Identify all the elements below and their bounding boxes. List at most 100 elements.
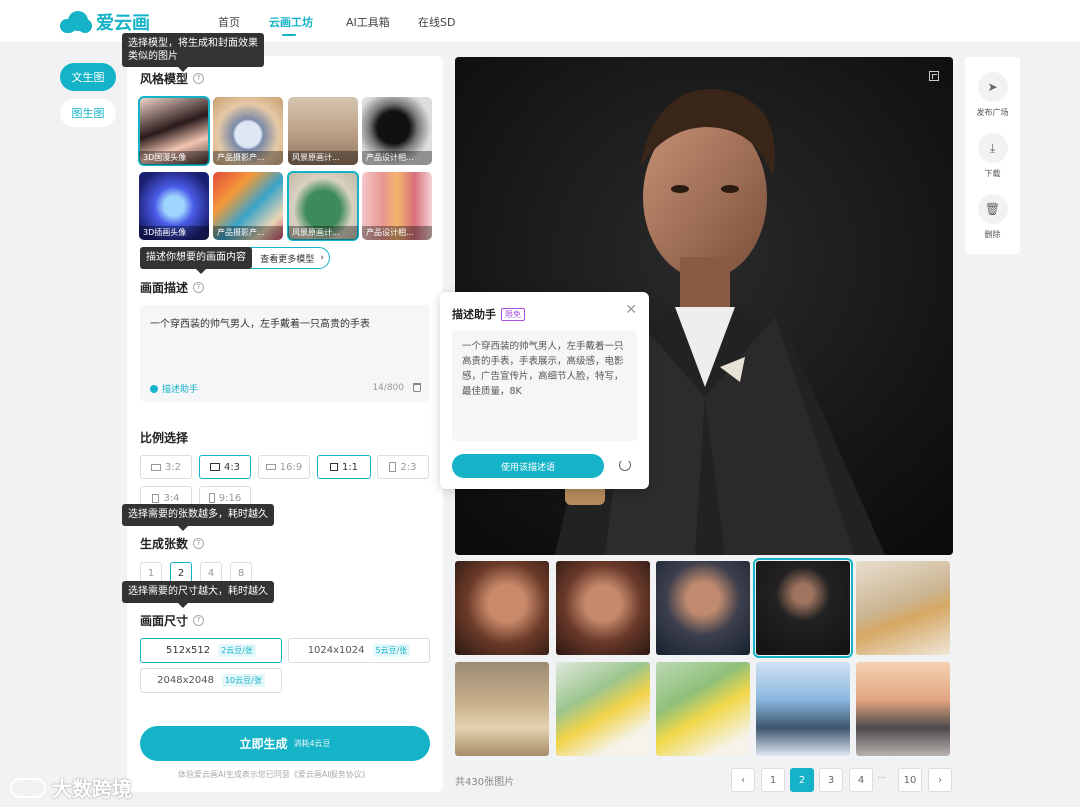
model-thumb-label: 产品摄影产... bbox=[213, 151, 283, 165]
refresh-icon[interactable] bbox=[619, 459, 631, 471]
gallery-thumb[interactable] bbox=[455, 662, 549, 756]
total-count: 共430张图片 bbox=[455, 777, 515, 788]
square-icon bbox=[329, 463, 338, 471]
landscape-icon bbox=[150, 463, 161, 471]
ratio-option[interactable]: 2:3 bbox=[377, 455, 429, 479]
model-thumb[interactable]: 3D插画头像 bbox=[139, 172, 209, 240]
logo[interactable]: 爱云画 bbox=[60, 9, 150, 35]
model-thumb[interactable]: 产品设计相... bbox=[362, 172, 432, 240]
ratio-option[interactable]: 3:2 bbox=[140, 455, 192, 479]
generate-button[interactable]: 立即生成 消耗4云豆 bbox=[140, 726, 430, 761]
pagination-ellipsis: ··· bbox=[877, 773, 887, 784]
gallery-thumb[interactable] bbox=[856, 662, 950, 756]
char-count: 14/800 bbox=[372, 383, 404, 393]
ratio-option[interactable]: 4:3 bbox=[199, 455, 251, 479]
page-button[interactable]: 1 bbox=[761, 768, 785, 792]
size-option[interactable]: 512x512 2云豆/张 bbox=[140, 638, 282, 663]
model-thumb[interactable]: 产品设计相... bbox=[362, 97, 432, 165]
gallery-thumb[interactable] bbox=[656, 561, 750, 655]
help-icon[interactable]: ? bbox=[193, 282, 205, 293]
size-title: 画面尺寸? bbox=[140, 612, 205, 629]
model-thumb[interactable]: 产品摄影产... bbox=[213, 172, 283, 240]
model-thumb[interactable]: 风景原画计... bbox=[288, 97, 358, 165]
watermark: 大数跨境 bbox=[10, 773, 132, 802]
gallery-thumb[interactable] bbox=[455, 561, 549, 655]
portrait-icon bbox=[389, 462, 397, 472]
gallery-thumb[interactable] bbox=[856, 561, 950, 655]
model-thumb-label: 产品摄影产... bbox=[213, 226, 283, 240]
model-thumb-label: 3D插画头像 bbox=[139, 226, 209, 240]
download-button[interactable]: ⤓ 下载 bbox=[965, 133, 1020, 179]
model-thumb[interactable]: 产品摄影产... bbox=[213, 97, 283, 165]
description-assistant-popup: 描述助手 限免 ✕ 一个穿西装的帅气男人，左手戴着一只高贵的手表，手表展示，高级… bbox=[440, 292, 649, 489]
help-icon[interactable]: ? bbox=[193, 615, 205, 626]
style-model-title: 风格模型? bbox=[140, 70, 205, 87]
page-button[interactable]: 3 bbox=[819, 768, 843, 792]
send-icon: ➤ bbox=[977, 72, 1008, 102]
nav-workshop[interactable]: 云画工坊 bbox=[269, 14, 313, 30]
model-thumb[interactable]: 3D国漫头像 bbox=[138, 96, 210, 166]
nav-active-indicator bbox=[282, 34, 296, 36]
portrait-icon bbox=[208, 493, 215, 503]
size-option[interactable]: 2048x2048 10云豆/张 bbox=[140, 668, 282, 693]
assistant-title: 描述助手 限免 bbox=[452, 306, 525, 322]
gallery-thumb[interactable] bbox=[656, 662, 750, 756]
size-tooltip: 选择需要的尺寸越大，耗时越久 bbox=[122, 581, 274, 608]
ratio-option[interactable]: 1:1 bbox=[317, 455, 371, 479]
description-title: 画面描述? bbox=[140, 279, 205, 296]
more-models-button[interactable]: 查看更多模型 › bbox=[240, 247, 330, 269]
page-button-current[interactable]: 2 bbox=[790, 768, 814, 792]
agreement-text[interactable]: 体验爱云画AI生成表示您已同意《爱云画AI服务协议》 bbox=[178, 769, 370, 780]
image-actions-panel: ➤ 发布广场 ⤓ 下载 🗑 删除 bbox=[965, 57, 1020, 254]
next-page-button[interactable]: › bbox=[928, 768, 952, 792]
publish-button[interactable]: ➤ 发布广场 bbox=[965, 72, 1020, 118]
cloud-logo-icon bbox=[60, 11, 94, 33]
quantity-tooltip: 选择需要的张数越多，耗时越久 bbox=[122, 504, 274, 531]
description-helper-button[interactable]: 描述助手 bbox=[150, 382, 198, 395]
model-thumb-label: 产品设计相... bbox=[362, 226, 432, 240]
download-icon: ⤓ bbox=[977, 133, 1008, 163]
prev-page-button[interactable]: ‹ bbox=[731, 768, 755, 792]
page-button[interactable]: 4 bbox=[849, 768, 873, 792]
use-description-button[interactable]: 使用该描述语 bbox=[452, 454, 604, 478]
trash-icon: 🗑 bbox=[977, 194, 1008, 224]
nav-online-sd[interactable]: 在线SD bbox=[418, 14, 455, 30]
gallery-thumb-selected[interactable] bbox=[753, 558, 853, 658]
description-tooltip: 描述你想要的画面内容 bbox=[140, 247, 252, 274]
model-thumb[interactable]: 风景原画计... bbox=[287, 171, 359, 241]
model-thumb-label: 风景原画计... bbox=[288, 226, 358, 240]
size-option[interactable]: 1024x1024 5云豆/张 bbox=[288, 638, 430, 663]
model-thumb-label: 3D国漫头像 bbox=[139, 151, 209, 165]
style-model-tooltip: 选择模型，将生成和封面效果 类似的图片 bbox=[122, 33, 264, 72]
gallery-thumb[interactable] bbox=[756, 662, 850, 756]
expand-icon[interactable] bbox=[929, 71, 939, 81]
logo-text: 爱云画 bbox=[96, 13, 150, 34]
description-input[interactable]: 一个穿西装的帅气男人，左手戴着一只高贵的手表 描述助手 14/800 bbox=[140, 305, 430, 402]
bulb-icon bbox=[150, 384, 158, 393]
gallery-thumb[interactable] bbox=[556, 662, 650, 756]
chevron-right-icon: › bbox=[320, 253, 324, 263]
help-icon[interactable]: ? bbox=[193, 73, 205, 84]
nav-ai-toolbox[interactable]: AI工具箱 bbox=[346, 14, 390, 30]
model-thumb-label: 产品设计相... bbox=[362, 151, 432, 165]
ratio-option[interactable]: 16:9 bbox=[258, 455, 310, 479]
page-button[interactable]: 10 bbox=[898, 768, 922, 792]
gallery-thumb[interactable] bbox=[556, 561, 650, 655]
chevron-left-icon: ‹ bbox=[741, 774, 745, 786]
description-text[interactable]: 一个穿西装的帅气男人，左手戴着一只高贵的手表 bbox=[150, 315, 370, 330]
model-thumb-label: 风景原画计... bbox=[288, 151, 358, 165]
landscape-icon bbox=[209, 463, 220, 471]
close-icon[interactable]: ✕ bbox=[625, 302, 637, 318]
clear-icon[interactable] bbox=[413, 383, 421, 392]
tab-image-to-image[interactable]: 图生图 bbox=[60, 99, 116, 127]
portrait-icon bbox=[152, 493, 160, 503]
tab-text-to-image[interactable]: 文生图 bbox=[60, 63, 116, 91]
delete-button[interactable]: 🗑 删除 bbox=[965, 194, 1020, 240]
free-badge: 限免 bbox=[501, 307, 525, 321]
nav-home[interactable]: 首页 bbox=[218, 14, 240, 30]
ratio-title: 比例选择 bbox=[140, 431, 189, 445]
watermark-logo-icon bbox=[10, 777, 46, 798]
chevron-right-icon: › bbox=[938, 774, 942, 786]
quantity-title: 生成张数? bbox=[140, 535, 205, 552]
help-icon[interactable]: ? bbox=[193, 538, 205, 549]
